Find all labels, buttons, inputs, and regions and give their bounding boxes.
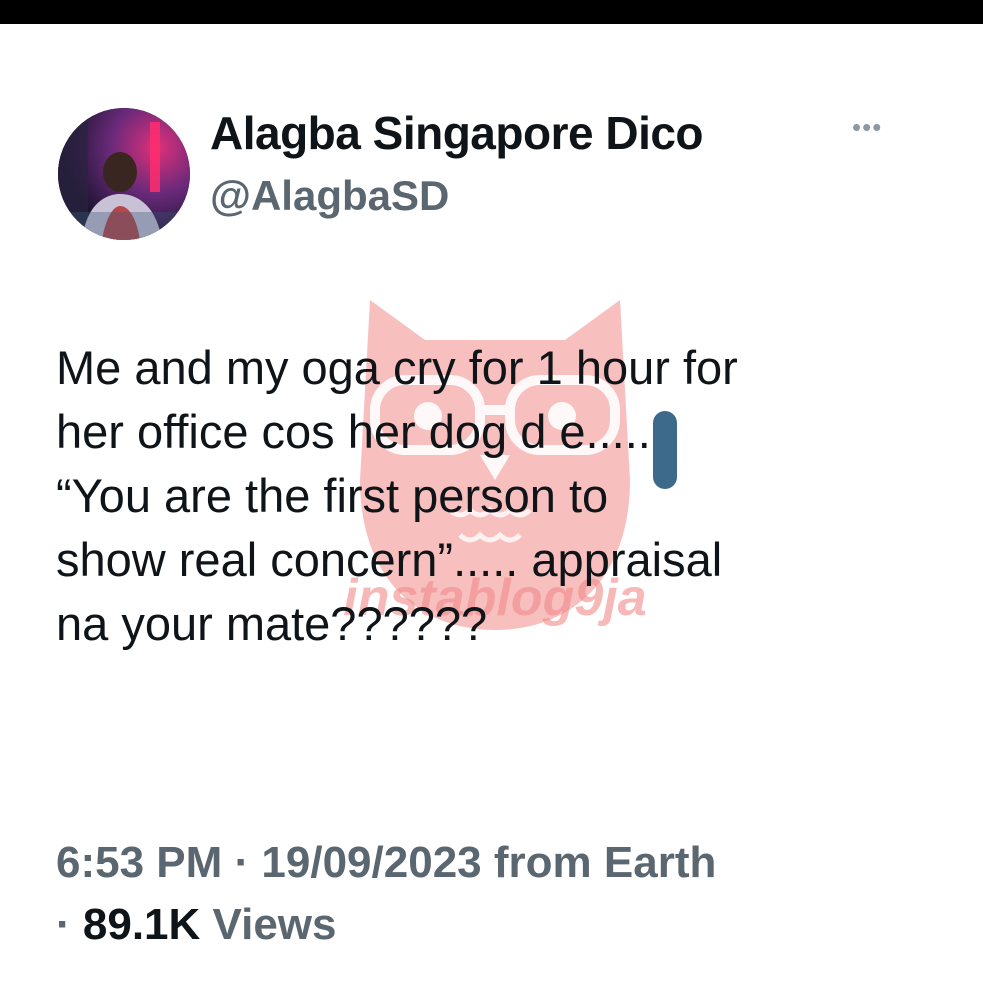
- tweet-source: from Earth: [493, 838, 717, 887]
- more-horizontal-icon[interactable]: •••: [852, 112, 882, 143]
- redaction-mark: [653, 411, 677, 489]
- tweet-meta: 6:53 PM · 19/09/2023 from Earth · 89.1K …: [56, 832, 716, 956]
- views-label[interactable]: Views: [213, 900, 337, 949]
- tweet-time[interactable]: 6:53 PM: [56, 838, 222, 887]
- avatar-image: [58, 108, 190, 240]
- author-display-name[interactable]: Alagba Singapore Dico: [210, 106, 704, 160]
- views-count[interactable]: 89.1K: [83, 900, 200, 949]
- top-bar: [0, 0, 983, 24]
- meta-separator: ·: [234, 838, 250, 887]
- meta-separator: ·: [56, 900, 71, 949]
- tweet-text: Me and my oga cry for 1 hour for her off…: [56, 341, 738, 650]
- author-handle[interactable]: @AlagbaSD: [210, 172, 449, 220]
- avatar[interactable]: [58, 108, 190, 240]
- tweet-date[interactable]: 19/09/2023: [261, 838, 481, 887]
- tweet: Alagba Singapore Dico ••• @AlagbaSD inst…: [0, 24, 983, 1000]
